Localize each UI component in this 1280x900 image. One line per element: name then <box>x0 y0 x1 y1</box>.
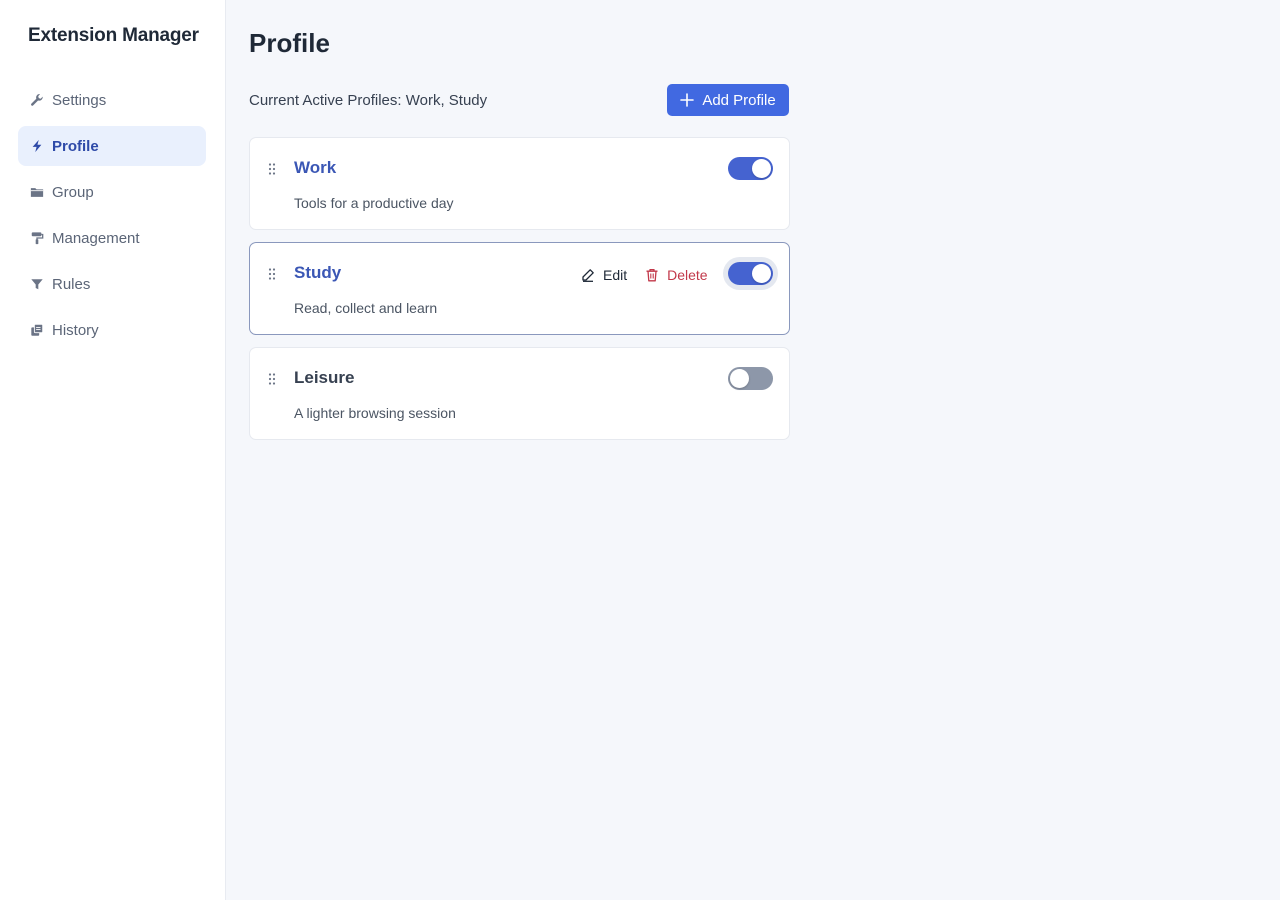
active-profiles-text: Current Active Profiles: Work, Study <box>249 92 488 109</box>
profile-name: Leisure <box>294 368 355 387</box>
profile-description: Tools for a productive day <box>294 195 454 211</box>
profile-toggle[interactable] <box>728 262 773 285</box>
paint-roller-icon <box>30 231 44 245</box>
sidebar-item-settings[interactable]: Settings <box>18 80 206 120</box>
app-title: Extension Manager <box>28 25 199 46</box>
filter-icon <box>30 277 44 291</box>
add-profile-button[interactable]: Add Profile <box>667 84 789 116</box>
folder-icon <box>30 185 44 199</box>
toggle-knob <box>730 369 749 388</box>
sidebar-item-management[interactable]: Management <box>18 218 206 258</box>
sidebar-item-history[interactable]: History <box>18 310 206 350</box>
sidebar-item-label: Group <box>52 183 94 201</box>
wrench-icon <box>30 93 44 107</box>
profile-card-study[interactable]: Study Read, collect and learn Edit Delet… <box>249 242 790 335</box>
profile-name: Study <box>294 263 342 282</box>
sidebar-item-group[interactable]: Group <box>18 172 206 212</box>
profile-description: Read, collect and learn <box>294 300 438 316</box>
sidebar-item-profile[interactable]: Profile <box>18 126 206 166</box>
edit-label: Edit <box>603 267 628 283</box>
profile-toggle[interactable] <box>728 157 773 180</box>
drag-handle-icon[interactable] <box>267 162 277 176</box>
toggle-knob <box>752 264 771 283</box>
sidebar-item-label: Rules <box>52 275 91 293</box>
sidebar-item-label: Management <box>52 229 140 247</box>
plus-icon <box>680 93 695 107</box>
sidebar-item-label: Settings <box>52 91 107 109</box>
sidebar-item-label: History <box>52 321 99 339</box>
sidebar-nav: Settings Profile Group Management Rules <box>18 80 206 356</box>
drag-handle-icon[interactable] <box>267 372 277 386</box>
sidebar-item-rules[interactable]: Rules <box>18 264 206 304</box>
toggle-knob <box>752 159 771 178</box>
page-title: Profile <box>249 28 330 58</box>
pencil-icon <box>582 269 594 282</box>
profile-toggle[interactable] <box>728 367 773 390</box>
profile-card-leisure[interactable]: Leisure A lighter browsing session <box>249 347 790 440</box>
profile-actions: Edit Delete <box>581 265 708 285</box>
profile-card-work[interactable]: Work Tools for a productive day <box>249 137 790 230</box>
sidebar-item-label: Profile <box>52 137 99 155</box>
delete-button[interactable]: Delete <box>645 267 708 283</box>
sidebar: Extension Manager Settings Profile Group… <box>0 0 226 900</box>
bolt-icon <box>30 139 44 153</box>
history-icon <box>30 323 44 337</box>
drag-handle-icon[interactable] <box>267 267 277 281</box>
profile-name: Work <box>294 158 337 177</box>
profile-description: A lighter browsing session <box>294 405 456 421</box>
trash-icon <box>646 268 658 282</box>
edit-button[interactable]: Edit <box>581 267 627 283</box>
delete-label: Delete <box>667 267 708 283</box>
add-profile-label: Add Profile <box>702 91 776 109</box>
